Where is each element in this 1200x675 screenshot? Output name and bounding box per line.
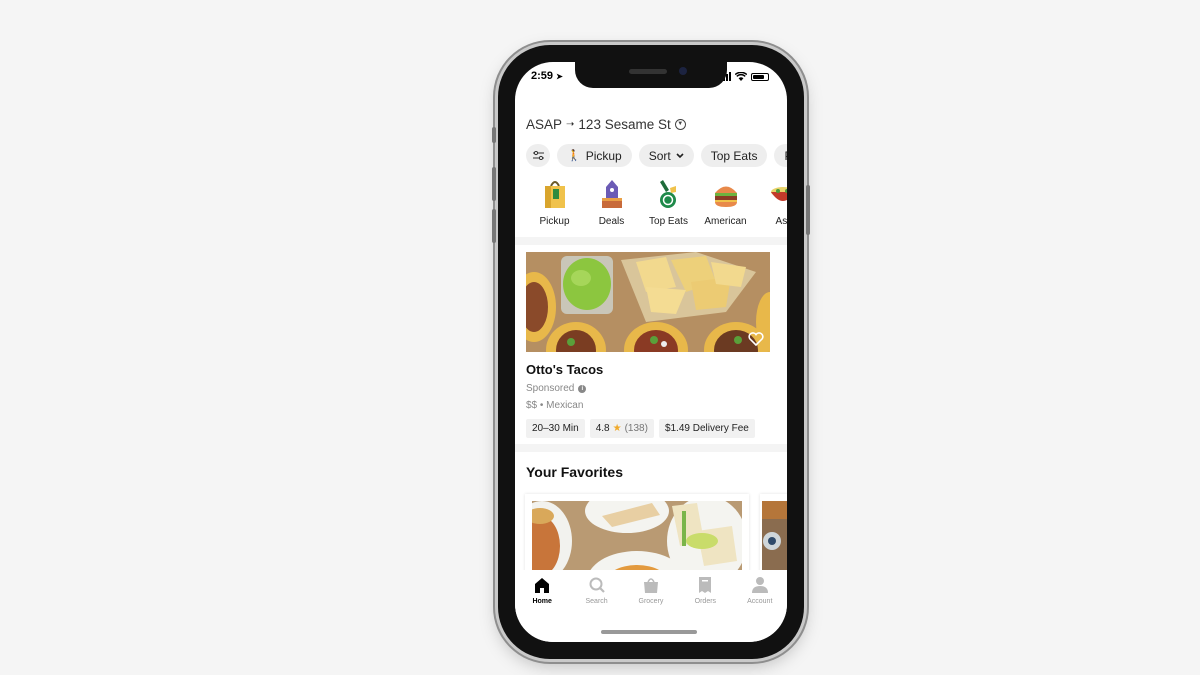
star-icon: ★	[612, 423, 622, 434]
tab-label: Search	[585, 598, 608, 605]
grocery-bag-icon	[643, 578, 658, 593]
notch	[575, 62, 727, 88]
tacos-photo	[526, 252, 770, 352]
sponsored-label: Sponsored i	[526, 383, 770, 394]
chip-label: Sort	[648, 148, 671, 163]
volume-down-button	[492, 209, 496, 243]
category-deals[interactable]: Deals	[583, 172, 640, 227]
category-label: American	[704, 216, 747, 227]
chip-label: Top Eats	[710, 148, 758, 163]
delivery-time: ASAP	[526, 117, 563, 132]
person-icon	[751, 577, 768, 593]
receipt-icon	[699, 577, 712, 593]
chip-label: P	[784, 149, 787, 163]
favorite-card[interactable]	[525, 494, 749, 574]
phone-frame: 2:59 ➤ ASAP ➝ 123 Sesame St ▼ 🚶 Pickup S…	[492, 45, 810, 659]
location-arrow-icon: ➤	[556, 72, 563, 81]
food-photo	[532, 501, 742, 574]
rating-value: 4.8	[595, 423, 610, 434]
top-eats-medal-icon	[659, 180, 676, 208]
category-label: Deals	[598, 216, 625, 227]
wifi-icon	[735, 72, 747, 81]
power-button	[806, 185, 810, 235]
restaurant-image[interactable]	[526, 252, 770, 352]
deals-tag-icon	[601, 180, 622, 208]
section-divider	[515, 237, 787, 245]
walking-person-icon: 🚶	[567, 150, 581, 162]
info-icon[interactable]: i	[578, 384, 587, 393]
home-indicator[interactable]	[601, 630, 697, 634]
app-screen: 2:59 ➤ ASAP ➝ 123 Sesame St ▼ 🚶 Pickup S…	[515, 62, 787, 642]
category-top-eats[interactable]: Top Eats	[640, 172, 697, 227]
more-chip[interactable]: P	[774, 144, 787, 167]
burger-icon	[714, 186, 737, 207]
delivery-fee-text: $1.49 Delivery Fee	[664, 423, 749, 434]
category-carousel: Pickup Deals Top Eats American Asi	[526, 172, 787, 227]
time-text: 2:59	[531, 70, 554, 82]
price-cuisine: $$ • Mexican	[526, 400, 584, 411]
sort-chip[interactable]: Sort	[638, 144, 694, 167]
home-icon	[535, 578, 550, 593]
category-american[interactable]: American	[697, 172, 754, 227]
tab-account[interactable]: Account	[735, 576, 785, 642]
favorite-image	[532, 501, 742, 574]
bowl-icon	[770, 187, 787, 201]
favorite-image	[762, 501, 787, 574]
featured-restaurant-card[interactable]: Otto's Tacos Sponsored i $$ • Mexican 20…	[526, 252, 770, 438]
tab-label: Orders	[694, 598, 717, 605]
chip-label: Pickup	[585, 148, 622, 163]
front-camera	[679, 67, 687, 75]
filter-icon	[532, 151, 544, 160]
pickup-bag-icon	[544, 181, 565, 208]
filter-chip[interactable]	[526, 144, 550, 167]
arrow-right-icon: ➝	[566, 119, 575, 130]
pickup-chip[interactable]: 🚶 Pickup	[557, 144, 632, 167]
category-asian[interactable]: Asi	[754, 172, 787, 227]
restaurant-badges: 20–30 Min 4.8 ★ (138) $1.49 Delivery Fee	[526, 419, 770, 438]
section-divider	[515, 444, 787, 452]
heart-icon[interactable]	[748, 332, 764, 346]
tab-home[interactable]: Home	[517, 576, 567, 642]
category-pickup[interactable]: Pickup	[526, 172, 583, 227]
eta-badge: 20–30 Min	[526, 419, 585, 438]
chevron-down-icon	[676, 152, 684, 158]
food-photo	[762, 501, 787, 574]
delivery-address-selector[interactable]: ASAP ➝ 123 Sesame St ▼	[526, 117, 686, 132]
sponsored-text: Sponsored	[526, 383, 575, 394]
battery-icon	[751, 72, 769, 81]
category-label: Top Eats	[649, 216, 688, 227]
tab-label: Home	[532, 598, 552, 605]
delivery-fee-badge: $1.49 Delivery Fee	[658, 419, 755, 438]
favorite-card[interactable]	[760, 494, 787, 574]
delivery-address: 123 Sesame St	[578, 117, 671, 132]
eta-text: 20–30 Min	[532, 423, 579, 434]
search-icon	[589, 577, 605, 593]
category-label: Asi	[775, 216, 787, 227]
category-label: Pickup	[539, 216, 570, 227]
tab-label: Grocery	[638, 598, 664, 605]
top-eats-chip[interactable]: Top Eats	[700, 144, 768, 167]
mute-switch	[492, 127, 496, 143]
favorites-title: Your Favorites	[526, 464, 623, 480]
rating-count: (138)	[624, 423, 648, 434]
rating-badge: 4.8 ★ (138)	[589, 419, 654, 438]
filter-chips: 🚶 Pickup Sort Top Eats P	[526, 144, 787, 167]
speaker	[629, 69, 667, 74]
restaurant-name[interactable]: Otto's Tacos	[526, 362, 770, 377]
dropdown-circle-icon: ▼	[674, 119, 686, 130]
tab-label: Account	[747, 598, 773, 605]
status-time: 2:59 ➤	[531, 70, 563, 82]
volume-up-button	[492, 167, 496, 201]
stage: 2:59 ➤ ASAP ➝ 123 Sesame St ▼ 🚶 Pickup S…	[0, 0, 1200, 675]
